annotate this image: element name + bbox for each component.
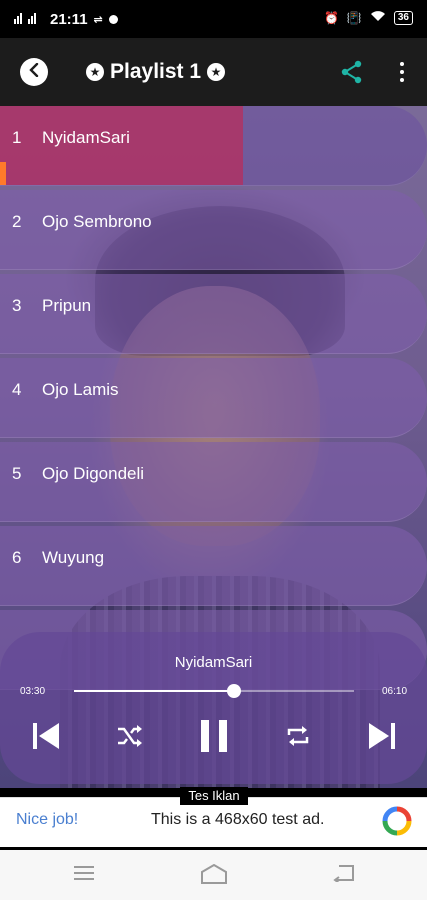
now-playing-title: NyidamSari <box>174 654 253 671</box>
alarm-icon: ⏰ <box>323 10 339 25</box>
battery-icon: 36 <box>393 10 413 25</box>
status-left: 21:11 ⇌ <box>14 10 118 28</box>
skip-previous-icon <box>31 722 61 755</box>
notification-dot-icon <box>108 14 118 24</box>
ad-label: Tes Iklan <box>180 787 248 805</box>
track-number: 6 <box>12 548 22 567</box>
signal-icon <box>14 10 44 28</box>
seek-fill <box>74 690 234 692</box>
seek-thumb[interactable] <box>226 684 241 698</box>
track-number: 5 <box>12 464 22 483</box>
system-nav-bar <box>0 850 427 900</box>
track-progress-edge <box>0 162 6 185</box>
pause-button[interactable] <box>196 719 232 758</box>
recents-button[interactable] <box>73 864 97 886</box>
title-group: ★ Playlist 1 ★ <box>86 60 226 84</box>
previous-button[interactable] <box>30 720 62 756</box>
back-button[interactable] <box>20 58 48 86</box>
track-number: 1 <box>12 128 22 147</box>
more-dot-icon <box>400 78 404 82</box>
track-name: NyidamSari <box>42 128 130 147</box>
repeat-button[interactable] <box>282 720 314 756</box>
skip-next-icon <box>367 722 397 755</box>
track-number: 2 <box>12 212 22 231</box>
home-icon <box>200 863 228 888</box>
back-nav-button[interactable] <box>333 864 357 886</box>
app-bar: ★ Playlist 1 ★ <box>0 38 427 106</box>
ad-text: This is a 468x60 test ad. <box>151 811 325 828</box>
status-right: ⏰ 📳 36 <box>324 10 413 25</box>
wifi-icon <box>370 10 386 25</box>
track-row-1[interactable]: 1 NyidamSari <box>0 106 427 186</box>
star-icon: ★ <box>207 63 226 81</box>
page-title: Playlist 1 <box>110 60 202 83</box>
track-number: 4 <box>12 380 22 399</box>
home-button[interactable] <box>200 863 228 888</box>
track-row-4[interactable]: 4 Ojo Lamis <box>0 358 427 438</box>
usb-icon: ⇌ <box>93 13 103 26</box>
share-icon <box>340 60 364 88</box>
repeat-icon <box>285 724 311 753</box>
seek-bar[interactable] <box>74 684 354 698</box>
ad-logo-icon <box>382 806 412 836</box>
pause-icon <box>199 719 229 758</box>
track-row-2[interactable]: 2 Ojo Sembrono <box>0 190 427 270</box>
status-time: 21:11 <box>50 10 88 28</box>
track-row-6[interactable]: 6 Wuyung <box>0 526 427 606</box>
shuffle-button[interactable] <box>114 720 146 756</box>
track-row-3[interactable]: 3 Pripun <box>0 274 427 354</box>
next-button[interactable] <box>366 720 398 756</box>
menu-icon <box>73 866 95 886</box>
return-icon <box>333 865 355 886</box>
vibrate-icon: 📳 <box>346 10 362 25</box>
more-options-button[interactable] <box>392 60 412 84</box>
track-name: Ojo Digondeli <box>42 464 145 483</box>
star-icon: ★ <box>86 63 104 81</box>
track-name: Wuyung <box>42 548 105 567</box>
ad-headline: Nice job! <box>16 811 79 828</box>
track-name: Ojo Lamis <box>42 380 119 399</box>
track-name: Pripun <box>42 296 92 315</box>
track-name: Ojo Sembrono <box>42 212 152 231</box>
chevron-left-icon <box>28 62 40 82</box>
track-row-5[interactable]: 5 Ojo Digondeli <box>0 442 427 522</box>
share-button[interactable] <box>340 60 364 84</box>
more-dot-icon <box>400 62 404 66</box>
status-bar: 21:11 ⇌ ⏰ 📳 36 <box>0 0 427 38</box>
more-dot-icon <box>400 70 404 74</box>
total-duration: 06:10 <box>382 686 408 697</box>
shuffle-icon <box>116 724 144 753</box>
elapsed-time: 03:30 <box>20 686 46 697</box>
track-number: 3 <box>12 296 22 315</box>
